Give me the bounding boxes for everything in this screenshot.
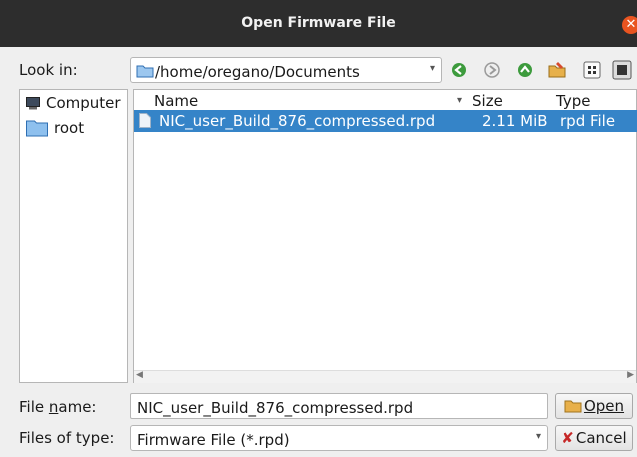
file-size-cell: 2.11 MiB — [482, 112, 548, 130]
forward-icon[interactable] — [483, 61, 501, 79]
file-type-cell: rpd File — [560, 112, 616, 130]
cancel-icon: ✘ — [561, 429, 574, 447]
folder-icon — [136, 65, 154, 78]
column-header-type[interactable]: Type — [556, 92, 590, 110]
sidebar: Computer root — [19, 89, 128, 383]
look-in-combo[interactable]: /home/oregano/Documents ▾ — [130, 57, 442, 83]
chevron-down-icon: ▾ — [429, 63, 435, 74]
chevron-down-icon: ▾ — [535, 431, 541, 442]
list-view-icon[interactable] — [583, 61, 601, 79]
cancel-button[interactable]: ✘ Cancel — [555, 425, 633, 451]
look-in-path: /home/oregano/Documents — [155, 63, 360, 81]
parent-directory-icon[interactable] — [516, 61, 534, 79]
files-of-type-select[interactable]: Firmware File (*.rpd) ▾ — [130, 425, 548, 451]
back-icon[interactable] — [450, 61, 468, 79]
file-name-input[interactable]: NIC_user_Build_876_compressed.rpd — [130, 393, 548, 419]
look-in-label: Look in: — [19, 61, 78, 79]
file-list — [133, 89, 637, 383]
scroll-right-icon[interactable]: ▶ — [627, 370, 634, 380]
column-header-size[interactable]: Size — [472, 92, 503, 110]
open-button-label: Open — [583, 397, 625, 415]
sidebar-item-computer[interactable]: Computer — [26, 93, 121, 113]
window-title: Open Firmware File — [241, 15, 396, 31]
sidebar-item-root[interactable]: root — [26, 118, 84, 138]
title-bar: Open Firmware File ✕ — [0, 0, 637, 47]
computer-icon — [26, 96, 40, 109]
cancel-button-label: Cancel — [575, 429, 627, 447]
file-name-cell: NIC_user_Build_876_compressed.rpd — [159, 112, 436, 130]
files-of-type-label: Files of type: — [19, 429, 115, 447]
close-icon[interactable]: ✕ — [622, 16, 637, 34]
open-button[interactable]: Open — [555, 393, 633, 419]
files-of-type-value: Firmware File (*.rpd) — [137, 431, 290, 449]
file-name-value: NIC_user_Build_876_compressed.rpd — [137, 399, 414, 417]
sidebar-item-label: Computer — [46, 94, 121, 112]
table-row[interactable]: NIC_user_Build_876_compressed.rpd 2.11 M… — [134, 110, 637, 132]
file-icon — [139, 113, 151, 128]
horizontal-scrollbar[interactable]: ◀ ▶ — [134, 370, 636, 383]
sidebar-item-label: root — [54, 119, 85, 137]
scroll-left-icon[interactable]: ◀ — [136, 370, 143, 380]
new-folder-icon[interactable] — [548, 61, 566, 79]
file-name-label: File name: — [19, 398, 97, 416]
folder-icon — [26, 120, 48, 137]
column-header-name[interactable]: Name — [154, 92, 198, 110]
open-folder-icon — [564, 400, 582, 413]
detail-view-icon[interactable] — [612, 60, 632, 80]
